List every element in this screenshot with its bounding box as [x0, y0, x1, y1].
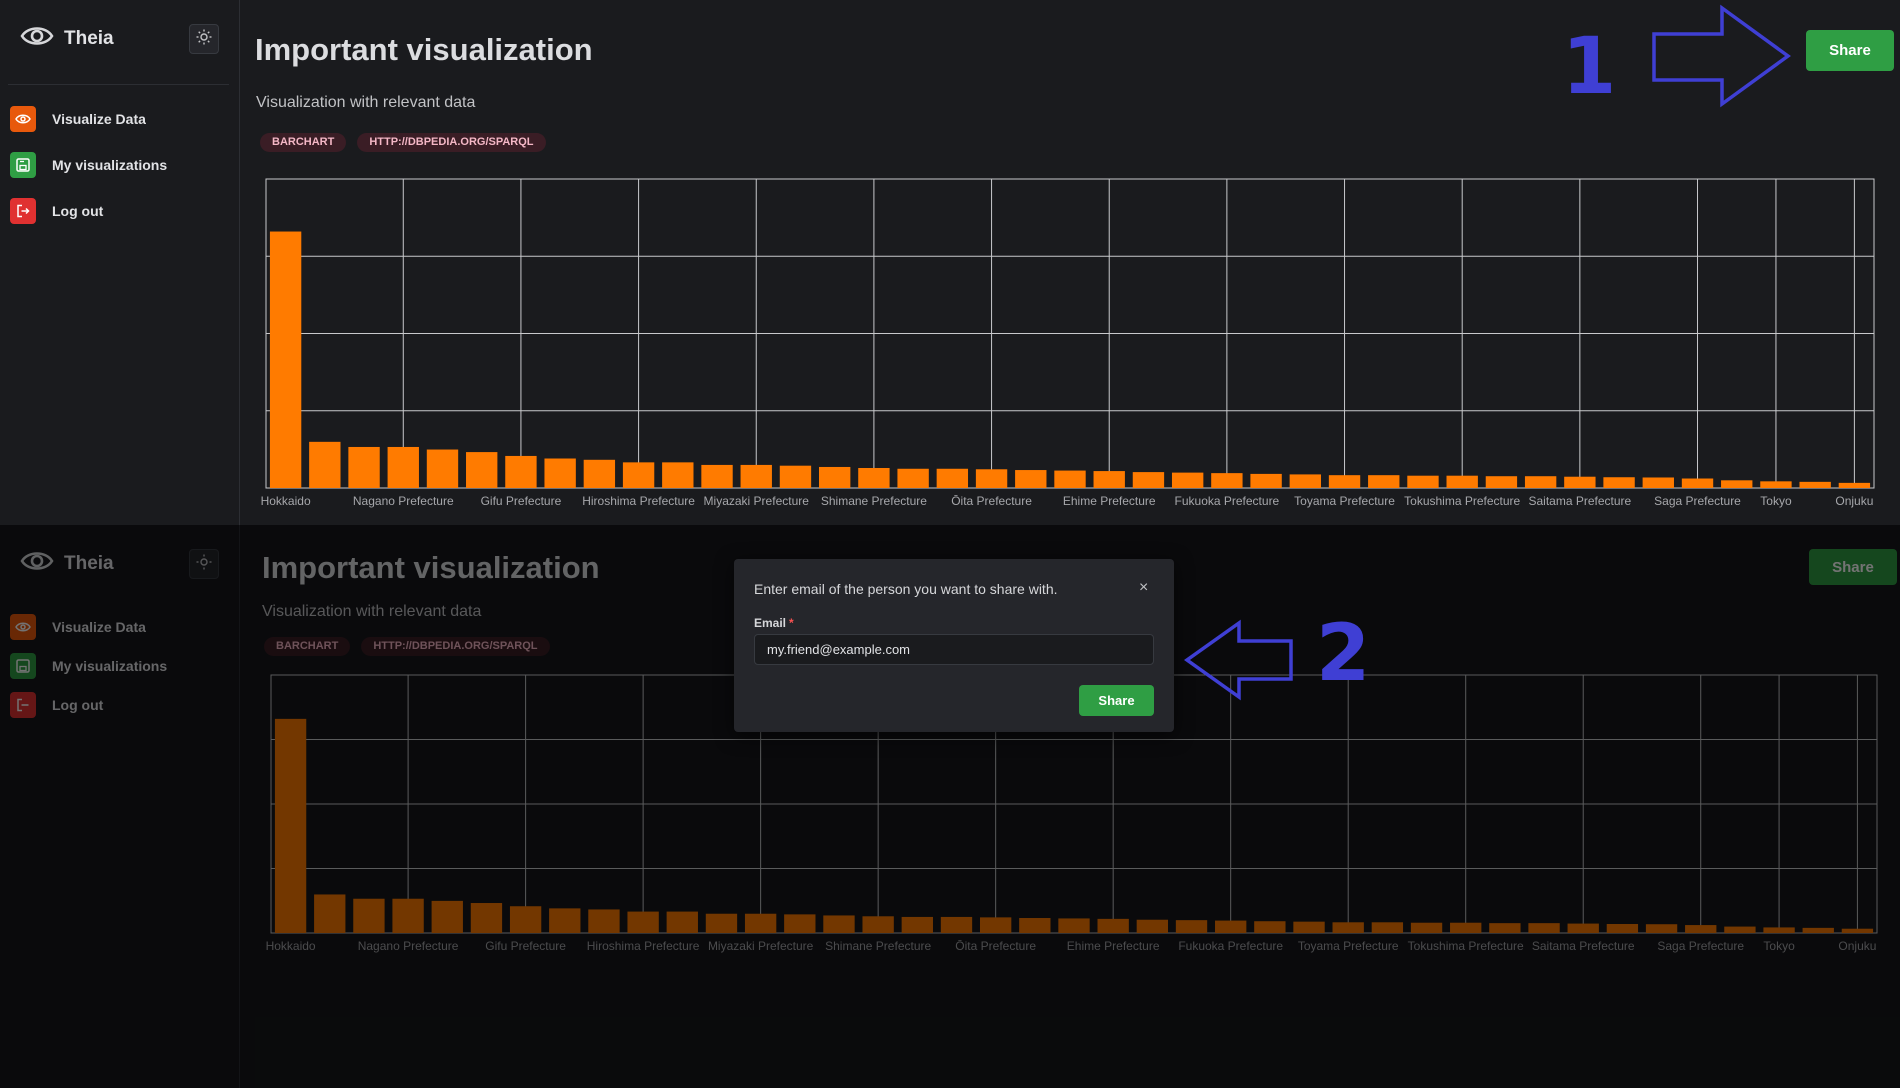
x-tick-label: Hokkaido: [261, 494, 311, 508]
x-tick-label: Tokushima Prefecture: [1404, 494, 1520, 508]
bar: [1642, 477, 1674, 488]
arrow-right-icon: [1652, 4, 1791, 108]
bar: [740, 464, 772, 488]
required-mark: *: [789, 616, 794, 630]
bar: [1799, 481, 1831, 488]
bar: [1681, 478, 1714, 488]
bar: [426, 449, 459, 488]
bar: [466, 452, 498, 488]
bar: [1132, 472, 1165, 488]
modal-share-button[interactable]: Share: [1079, 685, 1154, 716]
bar: [505, 455, 537, 488]
bar: [1328, 475, 1361, 488]
close-icon[interactable]: ×: [1139, 580, 1148, 596]
bar: [1564, 476, 1596, 488]
x-tick-label: Ōita Prefecture: [951, 494, 1032, 508]
x-tick-label: Miyazaki Prefecture: [704, 494, 810, 508]
x-tick-label: Nagano Prefecture: [353, 494, 454, 508]
bar: [269, 231, 302, 488]
bar: [1054, 470, 1086, 488]
email-field[interactable]: [754, 634, 1154, 665]
bar: [1838, 482, 1871, 488]
x-tick-label: Shimane Prefecture: [821, 494, 927, 508]
bottom-screenshot: Theia Visualize Data My visualizations: [0, 525, 1900, 1088]
x-tick-label: Fukuoka Prefecture: [1175, 494, 1280, 508]
bar: [622, 462, 655, 488]
bar: [779, 465, 812, 488]
x-tick-label: Tokyo: [1760, 494, 1792, 508]
bar: [1760, 481, 1792, 488]
bar: [1015, 470, 1047, 488]
bar: [936, 468, 969, 488]
x-tick-label: Onjuku: [1835, 494, 1873, 508]
top-screenshot: Theia Visualize Data My visualizations L…: [0, 0, 1900, 525]
bar: [1368, 475, 1400, 488]
bar: [544, 458, 576, 488]
bar: [1485, 476, 1518, 488]
annotation-step-2: 2: [1316, 609, 1371, 699]
bar: [309, 441, 341, 488]
email-label-text: Email: [754, 616, 787, 630]
bar: [1171, 472, 1204, 488]
x-tick-label: Saitama Prefecture: [1528, 494, 1631, 508]
bar: [583, 459, 616, 488]
x-tick-label: Toyama Prefecture: [1294, 494, 1395, 508]
bar: [897, 468, 929, 488]
bar: [818, 466, 851, 488]
annotation-step-1: 1: [1562, 22, 1617, 112]
modal-title: Enter email of the person you want to sh…: [754, 581, 1058, 597]
bar: [975, 469, 1008, 488]
x-tick-label: Gifu Prefecture: [481, 494, 562, 508]
x-tick-label: Hiroshima Prefecture: [582, 494, 695, 508]
bar: [1250, 473, 1282, 488]
bar: [858, 467, 890, 488]
bar: [348, 446, 380, 488]
email-label: Email *: [754, 616, 794, 630]
x-tick-label: Saga Prefecture: [1654, 494, 1741, 508]
share-modal: Enter email of the person you want to sh…: [734, 559, 1174, 732]
bar: [1721, 480, 1753, 488]
bar: [1524, 476, 1557, 488]
bar: [1211, 473, 1243, 488]
bar: [662, 462, 694, 488]
x-tick-label: Ehime Prefecture: [1063, 494, 1156, 508]
bar: [1093, 471, 1125, 488]
bar: [1603, 477, 1635, 488]
bar: [1446, 475, 1478, 488]
bar: [387, 446, 419, 488]
bar: [701, 464, 733, 488]
bar: [1407, 475, 1439, 488]
bar: [1289, 474, 1322, 488]
arrow-left-icon: [1183, 619, 1293, 701]
